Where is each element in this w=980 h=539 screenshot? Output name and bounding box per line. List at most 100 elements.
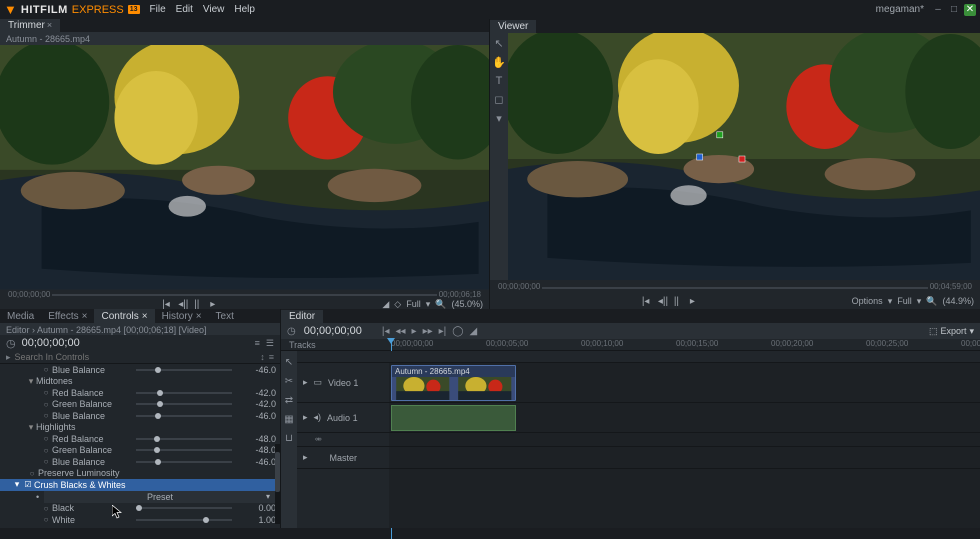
menu-file[interactable]: File [150, 4, 166, 15]
viewer-tab[interactable]: Viewer [490, 20, 536, 33]
effect-label[interactable]: Crush Blacks & Whites [34, 480, 126, 490]
video-clip[interactable]: Autumn - 28665.mp4 [391, 365, 516, 401]
prop-value[interactable]: -48.0 [240, 434, 276, 444]
trimmer-preview[interactable] [0, 45, 489, 290]
scrollbar[interactable] [275, 444, 280, 524]
select-tool-icon[interactable]: ↖ [494, 37, 503, 50]
minimize-button[interactable]: – [932, 4, 944, 16]
prev-frame-button[interactable]: |◂ [642, 296, 652, 306]
export-button[interactable]: ⬚Export▾ [929, 326, 974, 337]
audio-clip[interactable] [391, 405, 516, 431]
viewer-preview[interactable] [508, 33, 980, 280]
trimmer-tab[interactable]: Trimmer× [0, 19, 60, 32]
zoom-icon[interactable]: 🔍 [926, 296, 937, 307]
slider[interactable] [136, 449, 232, 451]
prop-value[interactable]: 0.00 [240, 503, 276, 513]
keyframe-icon[interactable]: ○ [40, 446, 52, 455]
expand-icon[interactable]: ▸ [303, 452, 308, 463]
chevron-down-icon[interactable]: ▾ [888, 296, 893, 307]
slider[interactable] [136, 392, 232, 394]
section-label[interactable]: Midtones [36, 376, 73, 386]
trimmer-timebar[interactable]: 00;00;00;00 00;00;06;18 [0, 290, 489, 299]
prev-frame-button[interactable]: |◂ [162, 299, 172, 309]
snap-tool-icon[interactable]: ⊔ [285, 433, 293, 444]
slip-tool-icon[interactable]: ⇄ [285, 395, 293, 406]
menu-icon[interactable]: ☰ [266, 338, 274, 349]
track-header-video1[interactable]: ▸ ▭ Video 1 [297, 363, 389, 403]
keyframe-icon[interactable]: ○ [40, 457, 52, 466]
keyframe-icon[interactable]: ○ [40, 504, 52, 513]
collapse-icon[interactable]: ▾ [26, 376, 36, 387]
close-button[interactable]: ✕ [964, 4, 976, 16]
volume-button[interactable]: ◢ [469, 326, 477, 337]
chevron-down-icon[interactable]: ▾ [917, 296, 922, 307]
slider[interactable] [136, 403, 232, 405]
options-dropdown[interactable]: Options [852, 296, 883, 306]
list-icon[interactable]: ≡ [255, 338, 260, 348]
quality-dropdown[interactable]: Full [897, 296, 912, 306]
keyframe-icon[interactable]: ○ [40, 400, 52, 409]
slider[interactable] [136, 461, 232, 463]
tab-text[interactable]: Text [209, 309, 241, 323]
step-fwd-button[interactable]: ||▸ [674, 296, 684, 306]
loop-button[interactable]: ◯ [452, 326, 463, 337]
timeline-ruler[interactable]: 00;00;00;00 00;00;05;00 00;00;10;00 00;0… [389, 339, 980, 350]
prop-label[interactable]: Preserve Luminosity [38, 468, 120, 478]
slider[interactable] [136, 519, 232, 521]
expand-icon[interactable]: ▸ [303, 377, 308, 388]
section-label[interactable]: Highlights [36, 422, 76, 432]
slider[interactable] [136, 415, 232, 417]
quality-dropdown[interactable]: Full [406, 299, 421, 309]
next-button[interactable]: ▸▸ [423, 326, 433, 337]
zoom-value[interactable]: (45.0%) [451, 299, 483, 309]
prev-button[interactable]: ◂◂ [395, 326, 405, 337]
track-header-master[interactable]: ▸ Master [297, 447, 389, 469]
rate-tool-icon[interactable]: ▦ [284, 414, 293, 425]
track-header-audio1[interactable]: ▸ ◂) Audio 1 [297, 403, 389, 433]
tab-media[interactable]: Media [0, 309, 41, 323]
prop-value[interactable]: -48.0 [240, 445, 276, 455]
maximize-button[interactable]: □ [948, 4, 960, 16]
keyframe-icon[interactable]: ○ [40, 515, 52, 524]
slider[interactable] [136, 369, 232, 371]
prop-value[interactable]: -42.0 [240, 399, 276, 409]
prop-value[interactable]: -46.0 [240, 457, 276, 467]
search-input[interactable] [15, 352, 257, 362]
menu-help[interactable]: Help [234, 4, 255, 15]
collapse-icon[interactable]: ▾ [12, 479, 22, 490]
tab-history[interactable]: History× [155, 309, 209, 323]
prop-value[interactable]: -46.0 [240, 365, 276, 375]
keyframe-icon[interactable]: ○ [40, 388, 52, 397]
volume-icon[interactable]: ◢ [382, 299, 389, 310]
editor-tab[interactable]: Editor [281, 310, 323, 323]
prop-value[interactable]: -46.0 [240, 411, 276, 421]
step-back-button[interactable]: ◂|| [178, 299, 188, 309]
preset-dropdown[interactable]: Preset [44, 491, 276, 503]
loop-icon[interactable]: ◇ [394, 299, 401, 310]
clock-icon[interactable]: ◷ [6, 337, 16, 350]
controls-timecode[interactable]: 00;00;00;00 [22, 337, 80, 349]
more-tool-icon[interactable]: ▾ [496, 112, 502, 125]
checkbox-icon[interactable]: ☑ [22, 480, 34, 489]
tab-effects[interactable]: Effects× [41, 309, 94, 323]
menu-view[interactable]: View [203, 4, 225, 15]
play-button[interactable]: ▸ [210, 299, 220, 309]
list-icon[interactable]: ≡ [269, 352, 274, 362]
link-icon[interactable]: ⚮ [315, 435, 322, 444]
clock-icon[interactable]: ◷ [287, 326, 296, 337]
zoom-icon[interactable]: 🔍 [435, 299, 446, 310]
editor-timecode[interactable]: 00;00;00;00 [304, 325, 362, 337]
slice-tool-icon[interactable]: ✂ [285, 376, 293, 387]
sort-icon[interactable]: ↕ [260, 352, 265, 362]
collapse-icon[interactable]: ▾ [26, 422, 36, 433]
hand-tool-icon[interactable]: ✋ [492, 56, 506, 69]
prop-value[interactable]: 1.00 [240, 515, 276, 525]
tab-controls[interactable]: Controls× [94, 309, 154, 323]
end-button[interactable]: ▸| [439, 326, 447, 337]
menu-edit[interactable]: Edit [176, 4, 193, 15]
step-fwd-button[interactable]: ||▸ [194, 299, 204, 309]
play-button[interactable]: ▸ [412, 326, 417, 337]
home-button[interactable]: |◂ [382, 326, 390, 337]
text-tool-icon[interactable]: T [496, 75, 503, 87]
timeline[interactable]: Autumn - 28665.mp4 [389, 351, 980, 528]
